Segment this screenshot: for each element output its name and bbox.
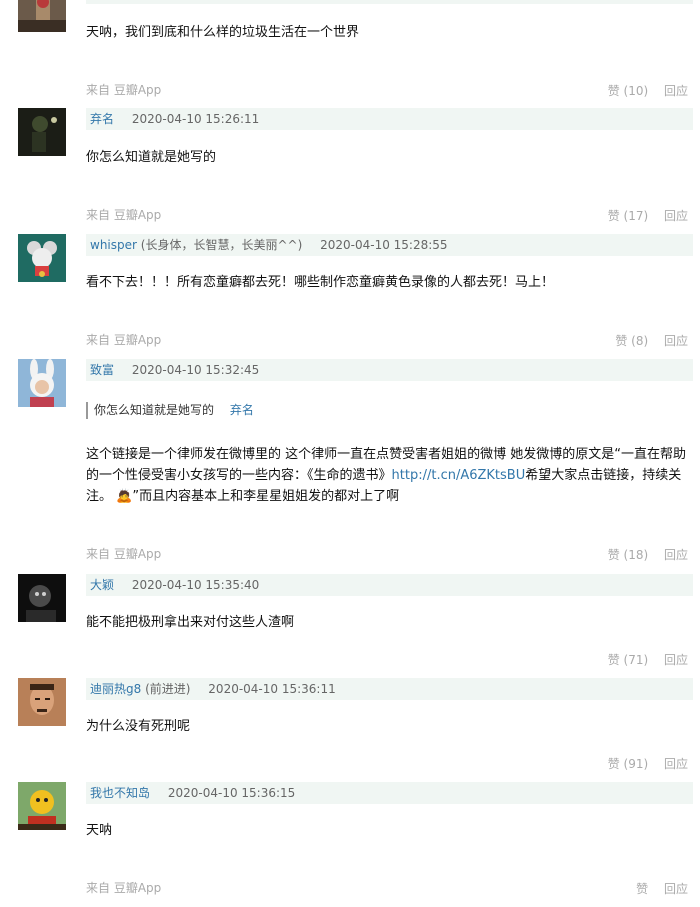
reply-button[interactable]: 回应	[664, 882, 688, 896]
like-button[interactable]: 赞	[636, 882, 648, 896]
avatar[interactable]	[18, 782, 66, 830]
avatar[interactable]	[18, 678, 66, 726]
comment-source: 来自 豆瓣App	[86, 547, 162, 561]
comment-text: 天呐，我们到底和什么样的垃圾生活在一个世界	[86, 25, 360, 40]
username-link[interactable]: whisper	[90, 238, 137, 252]
like-button[interactable]: 赞 (91)	[608, 757, 648, 771]
reply-button[interactable]: 回应	[664, 653, 688, 667]
avatar-image	[18, 359, 66, 407]
reply-quote: 你怎么知道就是她写的 弃名	[86, 402, 254, 419]
like-button[interactable]: 赞 (10)	[608, 84, 648, 98]
external-link[interactable]: http://t.cn/A6ZKtsBU	[392, 468, 526, 483]
comment-source: 来自 豆瓣App	[86, 333, 162, 347]
reply-button[interactable]: 回应	[664, 757, 688, 771]
avatar-image	[18, 108, 66, 156]
user-signature: (前进进)	[145, 682, 191, 696]
comment-source: 来自 豆瓣App	[86, 208, 162, 222]
quoted-text: 你怎么知道就是她写的	[94, 403, 215, 417]
comment-header-bar: 大颖 2020-04-10 15:35:40	[86, 574, 693, 596]
like-button[interactable]: 赞 (8)	[615, 334, 648, 348]
comment-actions: 赞 (10) 回应	[608, 82, 688, 99]
comment-actions: 赞 (8) 回应	[615, 332, 688, 349]
comment-actions: 赞 (18) 回应	[608, 546, 688, 563]
like-button[interactable]: 赞 (18)	[608, 548, 648, 562]
emoji-icon: 🙇	[116, 489, 133, 504]
username-link[interactable]: 我也不知岛	[90, 786, 150, 800]
comment-header-bar: 我也不知岛 2020-04-10 15:36:15	[86, 782, 693, 804]
user-signature: (长身体，长智慧，长美丽^^)	[140, 238, 303, 252]
comment-timestamp: 2020-04-10 15:36:15	[167, 786, 296, 800]
avatar[interactable]	[18, 574, 66, 622]
comment-text: 这个链接是一个律师发在微博里的 这个律师一直在点赞受害者姐姐的微博 她发微博的原…	[86, 444, 692, 507]
comment-source: 来自 豆瓣App	[86, 881, 162, 895]
comment-header-bar: 致富 2020-04-10 15:32:45	[86, 359, 693, 381]
avatar[interactable]	[18, 359, 66, 407]
avatar-image	[18, 0, 66, 32]
avatar[interactable]	[18, 0, 66, 32]
comment-source: 来自 豆瓣App	[86, 83, 162, 97]
comment-text: 为什么没有死刑呢	[86, 719, 191, 734]
like-button[interactable]: 赞 (71)	[608, 653, 648, 667]
reply-button[interactable]: 回应	[664, 209, 688, 223]
avatar[interactable]	[18, 108, 66, 156]
quoted-author-link[interactable]: 弃名	[230, 403, 254, 417]
username-link[interactable]: 致富	[90, 363, 114, 377]
comment-timestamp: 2020-04-10 15:36:11	[208, 682, 336, 696]
reply-button[interactable]: 回应	[664, 334, 688, 348]
comment-timestamp: 2020-04-10 15:26:11	[131, 112, 260, 126]
avatar-image	[18, 574, 66, 622]
reply-button[interactable]: 回应	[664, 548, 688, 562]
like-button[interactable]: 赞 (17)	[608, 209, 648, 223]
reply-button[interactable]: 回应	[664, 84, 688, 98]
username-link[interactable]: 迪丽热g8	[90, 682, 141, 696]
comment-header-bar	[86, 0, 693, 4]
comment-header-bar: 迪丽热g8 (前进进) 2020-04-10 15:36:11	[86, 678, 693, 700]
avatar-image	[18, 782, 66, 830]
username-link[interactable]: 大颖	[90, 578, 114, 592]
comment-actions: 赞 (91) 回应	[608, 755, 688, 772]
comment-header-bar: 弃名 2020-04-10 15:26:11	[86, 108, 693, 130]
comment-header-bar: whisper (长身体，长智慧，长美丽^^) 2020-04-10 15:28…	[86, 234, 693, 256]
comment-timestamp: 2020-04-10 15:35:40	[131, 578, 260, 592]
comment-text: 看不下去！！！所有恋童癖都去死！哪些制作恋童癖黄色录像的人都去死！马上！	[86, 275, 555, 290]
username-link[interactable]: 弃名	[90, 112, 114, 126]
comment-text-part: ”而且内容基本上和李星星姐姐发的都对上了啊	[132, 489, 400, 504]
avatar-image	[18, 234, 66, 282]
comment-text: 能不能把极刑拿出来对付这些人渣啊	[86, 615, 295, 630]
avatar[interactable]	[18, 234, 66, 282]
comment-actions: 赞 回应	[636, 880, 688, 897]
comment-timestamp: 2020-04-10 15:28:55	[320, 238, 448, 252]
comment-actions: 赞 (17) 回应	[608, 207, 688, 224]
comment-timestamp: 2020-04-10 15:32:45	[131, 363, 260, 377]
avatar-image	[18, 678, 66, 726]
comment-text: 你怎么知道就是她写的	[86, 150, 217, 165]
comment-text: 天呐	[86, 823, 113, 838]
comment-actions: 赞 (71) 回应	[608, 651, 688, 668]
